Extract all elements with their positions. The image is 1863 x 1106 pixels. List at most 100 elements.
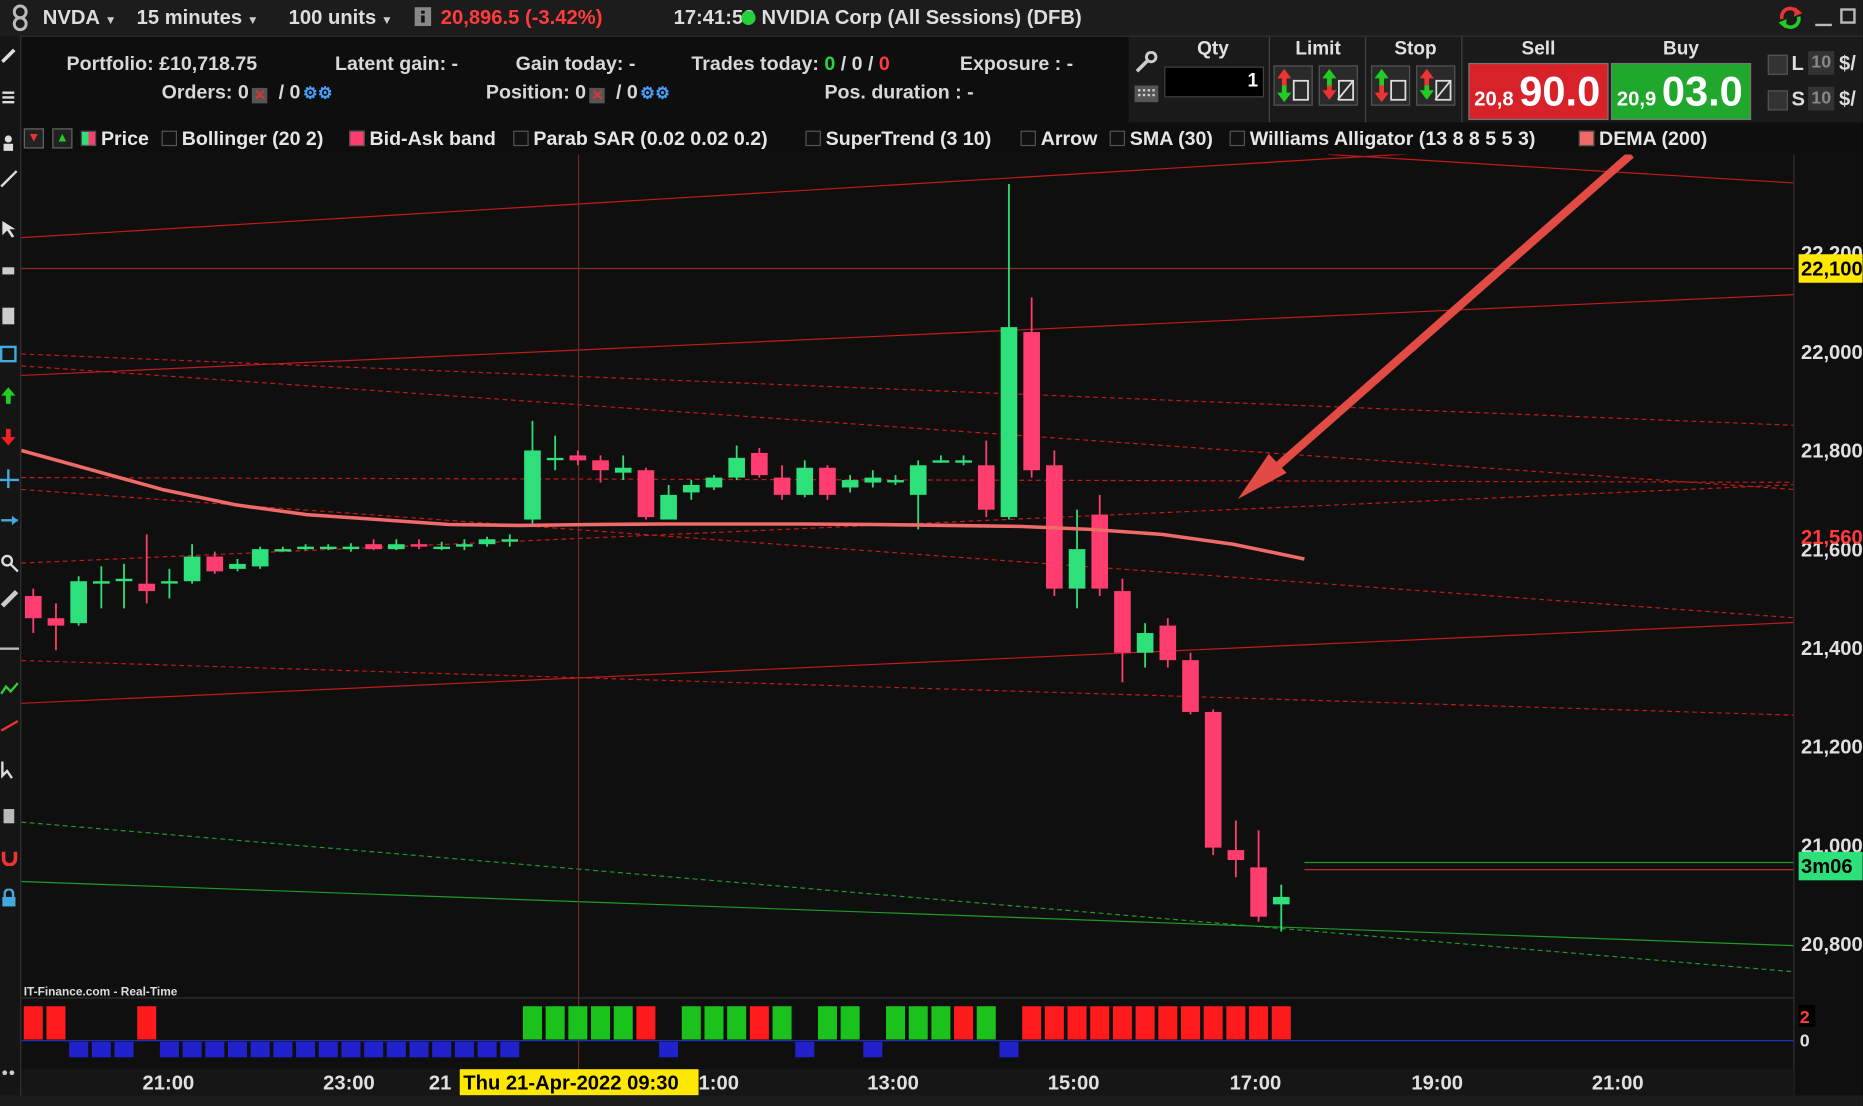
minimize-icon[interactable] — [1815, 23, 1832, 27]
candle-body — [909, 465, 927, 495]
keyboard-icon[interactable] — [1133, 84, 1159, 103]
volume-bar — [704, 1006, 724, 1040]
magnet-icon[interactable] — [0, 847, 19, 867]
volume-bar — [114, 1041, 134, 1058]
measure-icon[interactable] — [0, 511, 19, 530]
trades-today-label: Trades today: — [691, 53, 819, 75]
gears-icon[interactable]: ⚙⚙ — [640, 83, 670, 103]
candle-body — [206, 556, 224, 572]
limit-sell-button[interactable] — [1318, 65, 1358, 106]
short-qty: 10 — [1808, 86, 1835, 111]
legend-price[interactable]: Price — [80, 125, 149, 154]
buy-button[interactable]: 20,9 03.0 — [1610, 62, 1752, 120]
timeframe-dropdown[interactable]: 15 minutes ▼ — [137, 0, 259, 36]
instrument-name: NVIDIA Corp (All Sessions) (DFB) — [761, 5, 1082, 29]
panel-divider — [1365, 36, 1367, 123]
stop-sell-button[interactable] — [1416, 65, 1456, 106]
buy-arrow-icon[interactable] — [0, 386, 19, 405]
legend-bidask[interactable]: Bid-Ask band — [349, 125, 496, 154]
sma-swatch — [1109, 130, 1126, 147]
calendar-icon[interactable] — [0, 345, 19, 364]
candle-body — [433, 546, 451, 550]
long-checkbox[interactable] — [1767, 54, 1788, 75]
legend-supertrend[interactable]: SuperTrend (3 10) — [805, 125, 991, 154]
chart-background — [21, 154, 1863, 1096]
lock-icon[interactable] — [0, 888, 19, 908]
price-tick-label: 21,800 — [1801, 441, 1863, 463]
legend-arrow-label: Arrow — [1040, 128, 1098, 150]
legend-arrow[interactable]: Arrow — [1020, 125, 1097, 154]
volume-bar — [817, 1006, 837, 1040]
candle-body — [251, 549, 269, 567]
candle-body — [1204, 711, 1222, 848]
pointer-icon[interactable] — [0, 760, 19, 779]
close-position-icon[interactable]: ✕ — [589, 87, 606, 104]
pencil-icon[interactable] — [0, 45, 19, 64]
list-icon[interactable] — [0, 88, 19, 107]
price-tick-label: 21,400 — [1801, 638, 1863, 660]
latent-gain: Latent gain: - — [335, 53, 459, 75]
trend-line-icon[interactable] — [0, 716, 19, 735]
long-label: L — [1791, 52, 1804, 75]
short-checkbox[interactable] — [1767, 90, 1788, 111]
price-swatch — [80, 130, 97, 147]
legend-bollinger[interactable]: Bollinger (20 2) — [161, 125, 324, 154]
trash-icon[interactable] — [0, 805, 19, 824]
volume-bar — [659, 1041, 679, 1058]
units-dropdown[interactable]: 100 units ▼ — [289, 0, 393, 36]
maximize-icon[interactable] — [1840, 8, 1856, 24]
info-icon[interactable] — [414, 0, 432, 36]
limit-buy-button[interactable] — [1273, 65, 1313, 106]
legend-bollinger-label: Bollinger (20 2) — [181, 128, 324, 150]
gears-icon[interactable]: ⚙⚙ — [303, 83, 333, 103]
document-icon[interactable] — [0, 307, 19, 326]
candle-body — [161, 581, 178, 584]
link-icon[interactable] — [7, 4, 33, 33]
line-tool-icon[interactable] — [0, 169, 19, 188]
sell-arrow-icon[interactable] — [0, 428, 19, 447]
legend-alligator[interactable]: Williams Alligator (13 8 8 5 5 3) — [1229, 125, 1535, 154]
crosshair-icon[interactable] — [0, 469, 20, 489]
cursor-icon[interactable] — [0, 220, 19, 239]
collapse-up-icon[interactable]: ▲ — [52, 128, 73, 149]
long-qty: 10 — [1808, 51, 1835, 75]
zoom-icon[interactable] — [0, 554, 19, 573]
person-icon[interactable] — [0, 133, 19, 152]
candle-body — [1159, 625, 1177, 661]
candle-body — [456, 544, 473, 547]
short-unit: $/ — [1839, 87, 1856, 111]
volume-bar — [500, 1041, 520, 1058]
trades-won: 0 — [824, 53, 836, 75]
legend-dema[interactable]: DEMA (200) — [1578, 125, 1707, 154]
drawing-toolbar — [0, 35, 22, 1106]
candle-body — [524, 450, 541, 520]
cancel-orders-icon[interactable]: ✕ — [252, 87, 268, 104]
wrench-icon[interactable] — [1133, 51, 1159, 75]
candle-body — [93, 581, 110, 584]
time-tick-label: 15:00 — [1048, 1072, 1100, 1094]
sell-price-prefix: 20,8 — [1474, 87, 1514, 111]
refresh-icon[interactable] — [1775, 4, 1806, 33]
legend-sma[interactable]: SMA (30) — [1109, 125, 1213, 154]
collapse-down-icon[interactable]: ▼ — [23, 128, 44, 149]
sell-button[interactable]: 20,8 90.0 — [1468, 62, 1609, 120]
highlight-price-text: 22,100 — [1801, 259, 1863, 281]
ruler-icon[interactable] — [0, 589, 19, 608]
brush-icon[interactable] — [0, 261, 19, 280]
volume-bar — [1158, 1006, 1178, 1040]
more-icon[interactable] — [0, 1063, 19, 1082]
symbol-dropdown[interactable]: NVDA ▼ — [43, 0, 117, 36]
position-duration: Pos. duration : - — [824, 81, 974, 104]
candle-body — [660, 494, 677, 520]
buy-price-main: 03.0 — [1661, 68, 1743, 116]
candle-body — [229, 563, 246, 569]
legend-psar[interactable]: Parab SAR (0.02 0.02 0.2) — [513, 125, 768, 154]
volume-bar — [1112, 1006, 1132, 1040]
candle-body — [319, 546, 337, 550]
price-tick-label: 20,800 — [1801, 934, 1863, 956]
price-chart[interactable]: 22,20022,00021,80021,60021,40021,20021,0… — [21, 154, 1863, 1096]
chart-type-icon[interactable] — [0, 680, 19, 699]
stop-buy-button[interactable] — [1370, 65, 1411, 106]
volume-bar — [432, 1041, 452, 1058]
quantity-input[interactable] — [1164, 66, 1265, 98]
